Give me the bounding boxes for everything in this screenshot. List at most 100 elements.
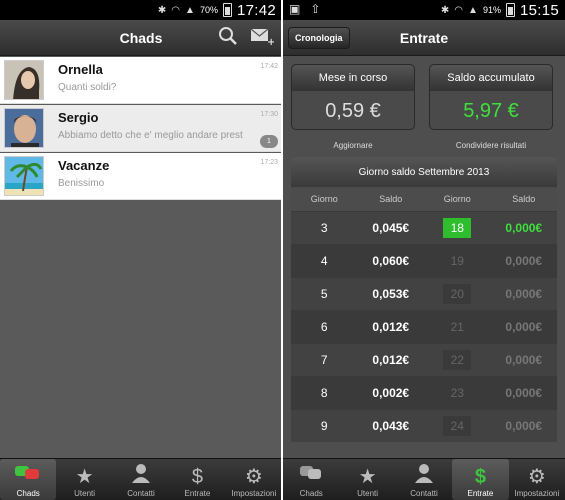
search-icon[interactable] xyxy=(218,26,238,51)
day-cell: 7 xyxy=(320,353,328,367)
balance-cell: 0,000€ xyxy=(505,419,543,433)
page-title: Entrate xyxy=(399,29,449,46)
balance-cell: 0,043€ xyxy=(372,419,410,433)
daily-balance-table: Giorno saldo Settembre 2013 Giorno Saldo… xyxy=(291,157,557,442)
bluetooth-icon: ✱ xyxy=(157,4,167,16)
chads-screen: ✱ ◠ ▲ 70% 17:42 Chads + Ornella Quanti s… xyxy=(0,0,282,500)
day-cell: 20 xyxy=(424,278,491,310)
action-bar: Chads + xyxy=(0,20,282,56)
wifi-icon: ◠ xyxy=(454,4,464,16)
current-month-card[interactable]: Mese in corso 0,59 € xyxy=(291,64,415,130)
day-cell: 8 xyxy=(320,386,328,400)
chat-preview: Quanti soldi? xyxy=(58,82,117,93)
table-title: Giorno saldo Settembre 2013 xyxy=(291,157,557,187)
avatar xyxy=(4,60,44,100)
tab-chads[interactable]: Chads xyxy=(283,459,339,500)
balance-cell: 0,000€ xyxy=(505,353,543,367)
day-cell: 21 xyxy=(424,311,491,343)
person-icon xyxy=(131,463,151,489)
history-button[interactable]: Cronologia xyxy=(288,27,350,49)
gear-icon: ⚙ xyxy=(527,466,546,488)
star-icon: ★ xyxy=(358,466,377,488)
tab-utenti[interactable]: ★ Utenti xyxy=(339,459,395,500)
signal-icon: ▲ xyxy=(468,4,478,16)
tab-entrate[interactable]: $ Entrate xyxy=(169,459,225,500)
tab-impostazioni[interactable]: ⚙ Impostazioni xyxy=(509,459,565,500)
avatar xyxy=(4,108,44,148)
image-icon: ▣ xyxy=(289,2,301,16)
clock: 15:15 xyxy=(519,1,559,19)
chat-bubbles-icon xyxy=(13,463,43,489)
balance-cell: 0,060€ xyxy=(372,254,410,268)
balance-cell: 0,000€ xyxy=(505,221,543,235)
share-results-link[interactable]: Condividere risultati xyxy=(429,141,553,150)
balance-cell: 0,000€ xyxy=(505,386,543,400)
bottom-nav: Chads ★ Utenti Contatti $ Entrate ⚙ Impo… xyxy=(283,458,565,500)
tab-label: Entrate xyxy=(184,489,211,498)
day-value: 22 xyxy=(443,350,472,370)
table-row: 3 0,045€ 18 0,000€ xyxy=(291,211,557,244)
page-title: Chads xyxy=(119,29,163,46)
day-cell: 23 xyxy=(424,377,491,409)
clock: 17:42 xyxy=(236,1,276,19)
refresh-link[interactable]: Aggiornare xyxy=(291,141,415,150)
dollar-icon: $ xyxy=(474,466,486,488)
balance-cell: 0,012€ xyxy=(372,353,410,367)
balance-cell: 0,045€ xyxy=(372,221,410,235)
tab-label: Impostazioni xyxy=(514,489,560,498)
table-row: 6 0,012€ 21 0,000€ xyxy=(291,310,557,343)
person-icon xyxy=(414,463,434,489)
wifi-icon: ◠ xyxy=(171,4,181,16)
action-bar: Cronologia Entrate xyxy=(283,20,565,56)
card-title: Saldo accumulato xyxy=(430,65,552,91)
day-cell: 18 xyxy=(424,212,491,244)
tab-contatti[interactable]: Contatti xyxy=(113,459,169,500)
tab-contatti[interactable]: Contatti xyxy=(396,459,452,500)
day-value: 19 xyxy=(443,251,472,271)
tab-entrate[interactable]: $ Entrate xyxy=(452,459,509,500)
new-message-icon[interactable]: + xyxy=(250,26,275,51)
tab-label: Utenti xyxy=(357,489,379,498)
gear-icon: ⚙ xyxy=(244,466,263,488)
day-cell: 19 xyxy=(424,245,491,277)
table-row: 9 0,043€ 24 0,000€ xyxy=(291,409,557,442)
column-header: Giorno xyxy=(443,194,471,204)
tab-label: Entrate xyxy=(467,489,494,498)
day-cell: 9 xyxy=(320,419,328,433)
card-value: 0,59 € xyxy=(325,99,381,122)
balance-cell: 0,000€ xyxy=(505,320,543,334)
tab-label: Chads xyxy=(299,489,323,498)
svg-text:+: + xyxy=(267,37,274,46)
day-value: 23 xyxy=(443,383,472,403)
chat-preview: Abbiamo detto che e' meglio andare prest xyxy=(58,130,243,141)
chat-time: 17:42 xyxy=(260,63,278,70)
bottom-nav: Chads ★ Utenti Contatti $ Entrate ⚙ Impo… xyxy=(0,458,282,500)
column-header: Saldo xyxy=(512,194,536,204)
card-value: 5,97 € xyxy=(463,99,519,122)
chat-name: Sergio xyxy=(58,110,99,125)
day-cell: 3 xyxy=(320,221,328,235)
tab-label: Utenti xyxy=(74,489,96,498)
accumulated-balance-card[interactable]: Saldo accumulato 5,97 € xyxy=(429,64,553,130)
tab-label: Impostazioni xyxy=(231,489,277,498)
signal-icon: ▲ xyxy=(185,4,195,16)
chat-item-vacanze[interactable]: Vacanze Benissimo 17:23 xyxy=(0,153,282,200)
tab-utenti[interactable]: ★ Utenti xyxy=(56,459,112,500)
unread-badge: 1 xyxy=(260,135,278,148)
chat-item-sergio[interactable]: Sergio Abbiamo detto che e' meglio andar… xyxy=(0,105,282,152)
column-header: Giorno xyxy=(310,194,338,204)
battery-percent: 70% xyxy=(199,5,218,15)
chat-time: 17:30 xyxy=(260,111,278,118)
chat-time: 17:23 xyxy=(260,159,278,166)
balance-cell: 0,000€ xyxy=(505,254,543,268)
tab-label: Chads xyxy=(16,489,40,498)
battery-icon xyxy=(505,3,515,17)
table-row: 8 0,002€ 23 0,000€ xyxy=(291,376,557,409)
chat-item-ornella[interactable]: Ornella Quanti soldi? 17:42 xyxy=(0,57,282,104)
day-value: 21 xyxy=(443,317,472,337)
balance-cell: 0,012€ xyxy=(372,320,410,334)
tab-impostazioni[interactable]: ⚙ Impostazioni xyxy=(226,459,282,500)
battery-percent: 91% xyxy=(482,5,501,15)
tab-chads[interactable]: Chads xyxy=(0,459,57,500)
chat-preview: Benissimo xyxy=(58,178,105,189)
